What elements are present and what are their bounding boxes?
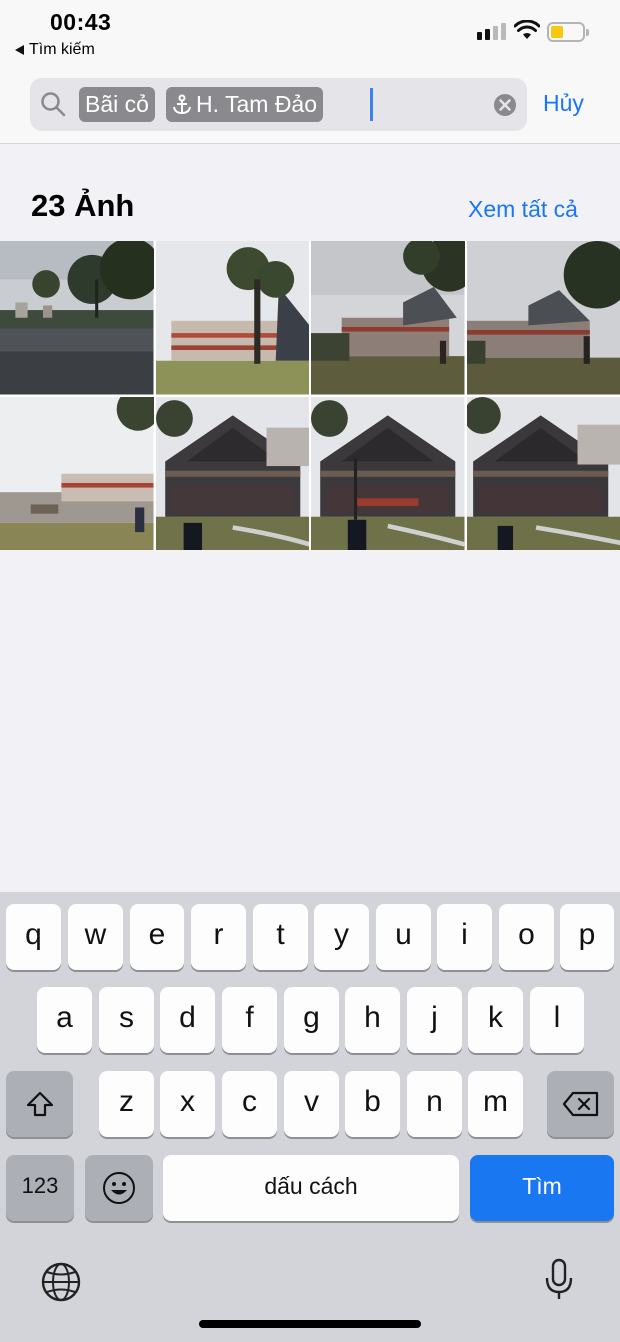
shift-icon (26, 1091, 53, 1117)
key-r[interactable]: r (191, 904, 246, 970)
photo-thumbnail[interactable] (0, 241, 154, 395)
cancel-button[interactable]: Hủy (543, 90, 584, 117)
battery-icon (547, 22, 589, 42)
key-n[interactable]: n (407, 1071, 462, 1137)
key-k[interactable]: k (468, 987, 523, 1053)
key-h[interactable]: h (345, 987, 400, 1053)
delete-icon (562, 1091, 598, 1117)
key-e[interactable]: e (130, 904, 184, 970)
photo-thumbnail[interactable] (311, 241, 465, 395)
wifi-icon (514, 20, 540, 39)
key-g[interactable]: g (284, 987, 339, 1053)
key-u[interactable]: u (376, 904, 431, 970)
key-c[interactable]: c (222, 1071, 277, 1137)
results-title: 23 Ảnh (31, 188, 135, 223)
clear-search-icon[interactable] (493, 93, 517, 117)
search-token-location[interactable]: H. Tam Đảo (166, 87, 324, 122)
key-b[interactable]: b (345, 1071, 400, 1137)
key-y[interactable]: y (314, 904, 369, 970)
key-w[interactable]: w (68, 904, 123, 970)
photo-thumbnail[interactable] (466, 241, 620, 395)
numbers-key[interactable]: 123 (6, 1155, 74, 1221)
search-field[interactable]: Bãi cỏ H. Tam Đảo (30, 78, 527, 131)
key-i[interactable]: i (437, 904, 492, 970)
globe-icon[interactable] (41, 1262, 81, 1302)
microphone-icon[interactable] (543, 1258, 575, 1302)
home-indicator (199, 1320, 421, 1328)
emoji-icon (103, 1172, 135, 1204)
key-a[interactable]: a (37, 987, 92, 1053)
shift-key[interactable] (6, 1071, 73, 1137)
key-s[interactable]: s (99, 987, 154, 1053)
key-q[interactable]: q (6, 904, 61, 970)
text-cursor (370, 88, 373, 121)
key-o[interactable]: o (499, 904, 554, 970)
key-x[interactable]: x (160, 1071, 215, 1137)
back-arrow-icon (15, 45, 24, 55)
emoji-key[interactable] (85, 1155, 153, 1221)
see-all-link[interactable]: Xem tất cả (468, 196, 578, 223)
key-z[interactable]: z (99, 1071, 154, 1137)
back-label: Tìm kiếm (29, 41, 95, 58)
location-pin-icon (173, 94, 191, 114)
key-v[interactable]: v (284, 1071, 339, 1137)
token-label: H. Tam Đảo (196, 91, 318, 117)
header: 00:43 Tìm kiếm Bãi cỏ H. Tam Đảo Hủy (0, 0, 620, 144)
photo-thumbnail[interactable] (155, 241, 309, 395)
backspace-key[interactable] (547, 1071, 614, 1137)
space-key[interactable]: dấu cách (163, 1155, 459, 1221)
key-m[interactable]: m (468, 1071, 523, 1137)
key-d[interactable]: d (160, 987, 215, 1053)
photo-thumbnail[interactable] (466, 396, 620, 550)
photo-thumbnail[interactable] (155, 396, 309, 550)
back-to-search-link[interactable]: Tìm kiếm (15, 41, 95, 59)
search-icon (41, 92, 66, 117)
photo-thumbnail[interactable] (0, 396, 154, 550)
cellular-signal-icon (477, 23, 506, 40)
key-f[interactable]: f (222, 987, 277, 1053)
key-t[interactable]: t (253, 904, 308, 970)
status-time: 00:43 (50, 9, 112, 35)
photo-grid (0, 241, 620, 550)
search-key[interactable]: Tìm (470, 1155, 614, 1221)
token-label: Bãi cỏ (85, 91, 149, 117)
search-token-lawn[interactable]: Bãi cỏ (79, 87, 155, 122)
photo-thumbnail[interactable] (311, 396, 465, 550)
key-l[interactable]: l (530, 987, 584, 1053)
key-p[interactable]: p (560, 904, 614, 970)
key-j[interactable]: j (407, 987, 462, 1053)
